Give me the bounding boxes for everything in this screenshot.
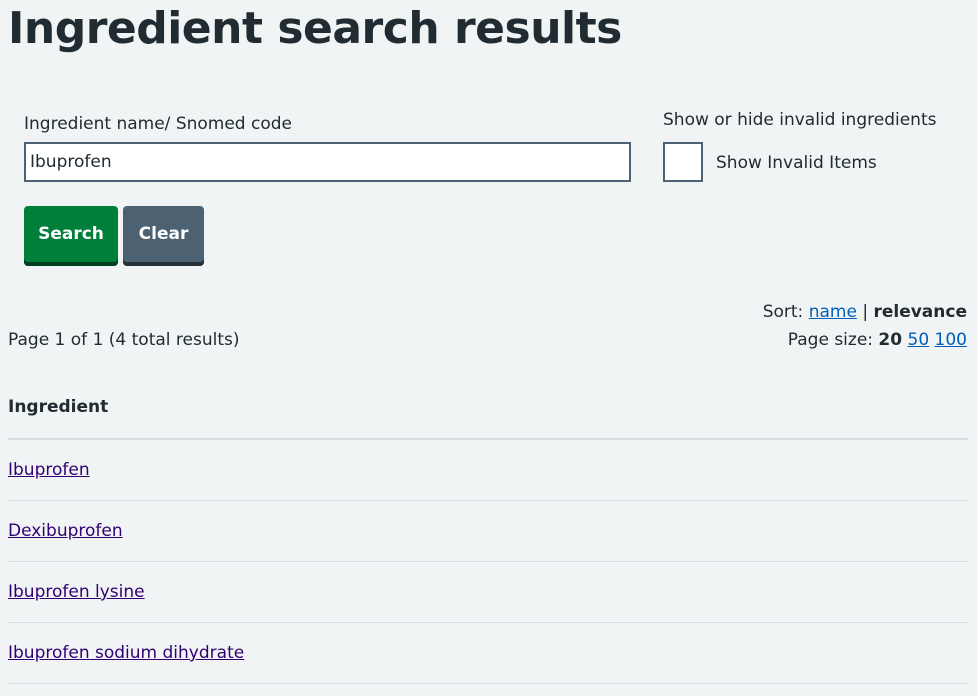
page-size-20-active: 20: [878, 330, 903, 350]
show-invalid-label[interactable]: Show Invalid Items: [716, 151, 877, 175]
page-size-label: Page size:: [787, 330, 874, 350]
table-row: Ibuprofen sodium dihydrate: [8, 623, 968, 684]
table-row: Dexibuprofen: [8, 501, 968, 562]
page-title: Ingredient search results: [8, 3, 622, 54]
page-size-100-link[interactable]: 100: [935, 330, 967, 350]
pagination-summary: Page 1 of 1 (4 total results): [8, 330, 240, 350]
ingredient-link[interactable]: Ibuprofen sodium dihydrate: [8, 641, 244, 665]
sort-controls: Sort: name | relevance: [763, 300, 967, 324]
clear-button[interactable]: Clear: [123, 206, 204, 266]
sort-separator: |: [862, 302, 869, 322]
ingredient-link[interactable]: Ibuprofen: [8, 458, 90, 482]
ingredient-link[interactable]: Ibuprofen lysine: [8, 580, 145, 604]
sort-label: Sort:: [762, 302, 804, 322]
search-button[interactable]: Search: [24, 206, 118, 266]
page-size-50-link[interactable]: 50: [908, 330, 930, 350]
results-list: Ibuprofen Dexibuprofen Ibuprofen lysine …: [8, 440, 968, 684]
sort-by-name-link[interactable]: name: [809, 302, 857, 322]
table-row: Ibuprofen lysine: [8, 562, 968, 623]
sort-by-relevance-active: relevance: [873, 302, 967, 322]
invalid-ingredients-legend: Show or hide invalid ingredients: [663, 110, 937, 130]
show-invalid-checkbox[interactable]: [663, 142, 703, 182]
page-size-controls: Page size: 20 50 100: [788, 328, 967, 352]
results-table-header: Ingredient: [8, 394, 968, 440]
ingredient-search-page: Ingredient search results Ingredient nam…: [0, 0, 977, 696]
ingredient-link[interactable]: Dexibuprofen: [8, 519, 123, 543]
ingredient-field-label: Ingredient name/ Snomed code: [24, 114, 292, 134]
ingredient-search-input[interactable]: [24, 142, 631, 182]
table-row: Ibuprofen: [8, 440, 968, 501]
